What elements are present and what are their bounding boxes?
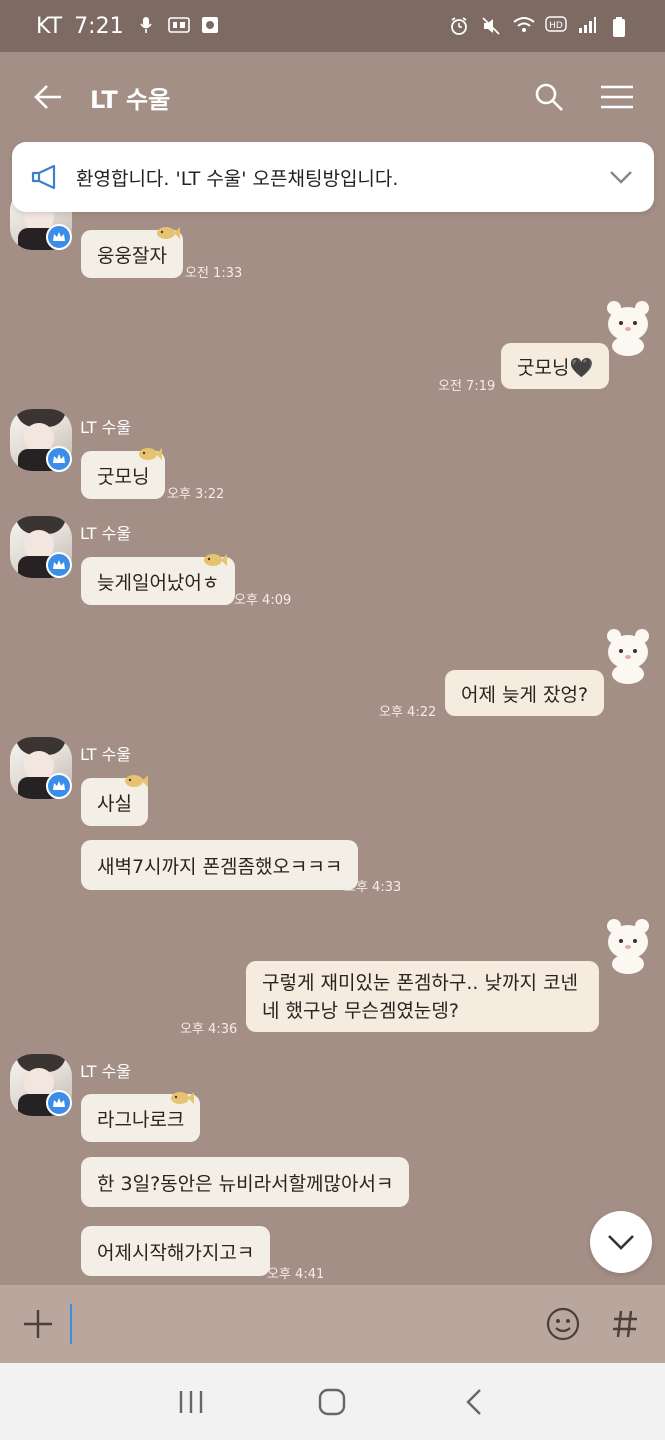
fish-sticker-icon — [139, 448, 162, 460]
emoji-button[interactable] — [541, 1302, 585, 1346]
sender-name: LT 수울 — [80, 1062, 132, 1081]
alarm-icon — [449, 16, 469, 36]
sender-name: LT 수울 — [80, 418, 132, 437]
search-icon — [535, 83, 563, 111]
message-time: 오전 7:19 — [438, 379, 496, 394]
crown-icon — [46, 773, 72, 799]
hash-icon — [613, 1310, 637, 1338]
fish-sticker-icon — [125, 775, 148, 787]
photo-icon — [200, 16, 220, 36]
wifi-icon — [513, 16, 535, 36]
clock: 7:21 — [74, 13, 124, 39]
menu-icon — [601, 85, 633, 109]
attach-button[interactable] — [18, 1304, 58, 1344]
notice-text: 환영합니다. 'LT 수울' 오픈채팅방입니다. — [76, 167, 399, 190]
back-button[interactable] — [28, 77, 68, 117]
fish-sticker-icon — [171, 1092, 194, 1104]
hd-icon: HD — [545, 16, 567, 36]
network-5g-icon — [167, 16, 190, 36]
message-bubble[interactable]: 구렇게 재미있눈 폰겜하구.. 낮까지 코넨네 했구낭 무슨겜였눈뎅? — [246, 961, 599, 1032]
sender-name: LT 수울 — [80, 524, 132, 543]
message-bubble[interactable]: 어제시작해가지고ㅋ — [81, 1226, 271, 1276]
svg-text:HD: HD — [549, 21, 563, 31]
crown-icon — [46, 552, 72, 578]
message-bubble[interactable]: 굿모닝🖤 — [501, 343, 610, 389]
back-nav-icon — [466, 1388, 481, 1415]
chevron-down-icon — [610, 171, 632, 184]
message-input[interactable] — [70, 1304, 523, 1344]
message-time: 오후 4:33 — [344, 880, 402, 895]
bear-sticker-icon — [607, 919, 649, 974]
chat-room-title: LT 수울 — [90, 85, 171, 114]
message-bubble[interactable]: 어제 늦게 잤엉? — [445, 670, 605, 716]
message-time: 오후 4:09 — [234, 593, 292, 608]
crown-icon — [46, 446, 72, 472]
message-time: 오후 3:22 — [167, 487, 225, 502]
message-input-bar — [0, 1285, 665, 1363]
crown-icon — [46, 1090, 72, 1116]
mic-icon — [136, 16, 156, 36]
mute-icon — [481, 16, 501, 36]
back-arrow-icon — [34, 85, 61, 109]
signal-icon — [577, 16, 597, 36]
message-bubble[interactable]: 한 3일?동안은 뉴비라서할께많아서ㅋ — [81, 1157, 410, 1207]
carrier-label: KT — [36, 13, 63, 39]
scroll-to-bottom-button[interactable] — [590, 1211, 652, 1273]
bear-sticker-icon — [607, 629, 649, 684]
status-bar: KT 7:21 HD — [0, 0, 665, 52]
crown-icon — [46, 224, 72, 250]
sender-name: LT 수울 — [80, 745, 132, 764]
fish-sticker-icon — [157, 227, 180, 239]
notice-banner[interactable]: 환영합니다. 'LT 수울' 오픈채팅방입니다. — [12, 142, 654, 212]
search-button[interactable] — [529, 77, 569, 117]
notice-expand-button[interactable] — [606, 162, 636, 192]
system-nav-bar — [0, 1363, 665, 1440]
chat-header: LT 수울 — [0, 52, 665, 142]
home-button[interactable] — [307, 1377, 357, 1427]
battery-icon — [609, 16, 629, 37]
message-time: 오후 4:36 — [180, 1022, 238, 1037]
home-icon — [319, 1388, 346, 1415]
fish-sticker-icon — [204, 554, 227, 566]
bear-sticker-icon — [607, 301, 649, 356]
emoji-icon — [546, 1307, 580, 1341]
chevron-down-icon — [608, 1235, 634, 1250]
hashtag-button[interactable] — [603, 1302, 647, 1346]
megaphone-icon — [31, 164, 56, 190]
message-time: 오전 1:33 — [185, 266, 243, 281]
recent-apps-icon — [179, 1390, 203, 1413]
message-bubble[interactable]: 새벽7시까지 폰겜좀했오ㅋㅋㅋ — [81, 840, 359, 890]
back-nav-button[interactable] — [449, 1377, 499, 1427]
recent-apps-button[interactable] — [166, 1377, 216, 1427]
message-time: 오후 4:22 — [379, 705, 437, 720]
plus-icon — [24, 1310, 52, 1338]
message-time: 오후 4:41 — [267, 1267, 325, 1282]
menu-button[interactable] — [597, 77, 637, 117]
